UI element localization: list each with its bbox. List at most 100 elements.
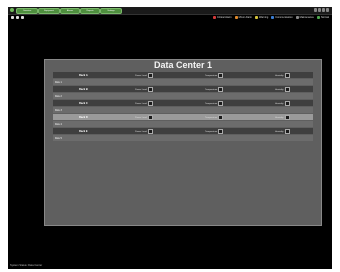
window-controls	[314, 8, 329, 12]
metric-label: Power Load	[135, 74, 147, 77]
metric-label: Humidity	[275, 116, 284, 119]
help-icon[interactable]	[318, 8, 321, 12]
metric-cell[interactable]: Power Load	[135, 100, 153, 106]
legend-item: Normal	[316, 15, 329, 20]
legend-item: Critical Alarm	[212, 15, 232, 20]
toolbar: Critical Alarm Minor Alarm Warning Communic…	[8, 15, 332, 20]
legend-swatch-icon	[271, 16, 275, 19]
rack-label: Rack A	[79, 73, 88, 77]
table-row[interactable]: Row 2	[53, 93, 313, 99]
user-icon[interactable]	[314, 8, 317, 12]
metric-value-box	[218, 114, 224, 120]
metric-label: Temperature	[205, 130, 218, 133]
table-row[interactable]: Rack D Power Load Temperature Humidity	[53, 114, 313, 120]
metric-cell[interactable]: Temperature	[205, 100, 224, 106]
metric-cell[interactable]: Temperature	[205, 72, 224, 78]
row-name: Row 4	[55, 122, 62, 126]
metric-cell[interactable]: Temperature	[205, 128, 224, 134]
monitor-screen: Overview Equipment Alarms Reports Settin…	[8, 7, 332, 269]
table-row[interactable]: Rack E Power Load Temperature Humidity	[53, 128, 313, 134]
metric-label: Humidity	[275, 74, 284, 77]
metric-value-box	[218, 128, 224, 134]
metric-value-box	[147, 128, 153, 134]
legend-label: Critical Alarm	[216, 16, 232, 19]
legend-label: Normal	[320, 16, 329, 19]
metric-label: Power Load	[135, 88, 147, 91]
rack-label: Rack E	[79, 129, 88, 133]
metric-value-box	[284, 100, 290, 106]
legend-label: Warning	[259, 16, 269, 19]
alarm-legend: Critical Alarm Minor Alarm Warning Communic…	[212, 15, 329, 20]
metric-value-box	[284, 86, 290, 92]
metric-value-box	[284, 114, 290, 120]
legend-swatch-icon	[212, 16, 216, 19]
legend-item: Warning	[255, 15, 268, 20]
metric-cell[interactable]: Power Load	[135, 72, 153, 78]
table-row[interactable]: Rack B Power Load Temperature Humidity	[53, 86, 313, 92]
table-row[interactable]: Row 3	[53, 107, 313, 113]
rack-label: Rack C	[79, 101, 88, 105]
metric-label: Humidity	[275, 102, 284, 105]
metric-label: Temperature	[205, 116, 218, 119]
close-icon[interactable]	[326, 8, 329, 12]
metric-cell[interactable]: Temperature	[205, 86, 224, 92]
top-menu-bar: Overview Equipment Alarms Reports Settin…	[8, 7, 332, 15]
metric-value-box	[218, 100, 224, 106]
legend-item: Communication	[271, 15, 293, 20]
metric-label: Humidity	[275, 130, 284, 133]
metric-cell[interactable]: Humidity	[275, 100, 290, 106]
metric-cell[interactable]: Power Load	[135, 128, 153, 134]
row-name: Row 1	[55, 80, 62, 84]
metric-label: Power Load	[135, 102, 147, 105]
nav-tab-equipment[interactable]: Equipment	[38, 8, 60, 14]
panel-title: Data Center 1	[153, 60, 213, 70]
rack-label: Rack D	[79, 115, 88, 119]
metric-value-box	[147, 86, 153, 92]
metric-cell[interactable]: Humidity	[275, 72, 290, 78]
legend-item: Minor Alarm	[234, 15, 253, 20]
nav-tab-alarms[interactable]: Alarms	[60, 8, 80, 14]
table-row[interactable]: Rack C Power Load Temperature Humidity	[53, 100, 313, 106]
back-icon[interactable]	[16, 16, 19, 19]
metric-value-box	[284, 72, 290, 78]
metric-label: Power Load	[135, 116, 147, 119]
legend-swatch-icon	[255, 16, 259, 19]
metric-cell[interactable]: Humidity	[275, 128, 290, 134]
table-row[interactable]: Row 5	[53, 135, 313, 141]
legend-label: Maintenance	[299, 16, 314, 19]
table-row[interactable]: Row 1	[53, 79, 313, 85]
metric-value-box	[284, 128, 290, 134]
nav-tab-settings[interactable]: Settings	[100, 8, 122, 14]
row-name: Row 2	[55, 94, 62, 98]
metric-cell[interactable]: Humidity	[275, 114, 290, 120]
metric-value-box	[147, 72, 153, 78]
row-name: Row 5	[55, 136, 62, 140]
rack-rows: Rack A Power Load Temperature Humidity Row 1…	[53, 72, 313, 142]
metric-label: Power Load	[135, 130, 147, 133]
metric-label: Humidity	[275, 88, 284, 91]
home-icon[interactable]	[11, 16, 14, 19]
legend-swatch-icon	[316, 16, 320, 19]
metric-cell[interactable]: Temperature	[205, 114, 224, 120]
settings-icon[interactable]	[322, 8, 325, 12]
metric-value-box	[218, 86, 224, 92]
legend-label: Communication	[275, 16, 293, 19]
metric-label: Temperature	[205, 102, 218, 105]
table-row[interactable]: Row 4	[53, 121, 313, 127]
nav-tab-overview[interactable]: Overview	[16, 8, 38, 14]
metric-cell[interactable]: Power Load	[135, 86, 153, 92]
app-logo-icon	[10, 8, 14, 12]
legend-label: Minor Alarm	[238, 16, 253, 19]
data-center-panel: Data Center 1 Rack A Power Load Temperatur…	[44, 59, 322, 226]
row-name: Row 3	[55, 108, 62, 112]
legend-item: Maintenance	[295, 15, 314, 20]
metric-value-box	[147, 100, 153, 106]
metric-cell[interactable]: Humidity	[275, 86, 290, 92]
legend-swatch-icon	[295, 16, 299, 19]
refresh-icon[interactable]	[21, 16, 24, 19]
metric-cell[interactable]: Power Load	[135, 114, 153, 120]
table-row[interactable]: Rack A Power Load Temperature Humidity	[53, 72, 313, 78]
metric-label: Temperature	[205, 74, 218, 77]
legend-swatch-icon	[234, 16, 238, 19]
nav-tab-reports[interactable]: Reports	[80, 8, 100, 14]
